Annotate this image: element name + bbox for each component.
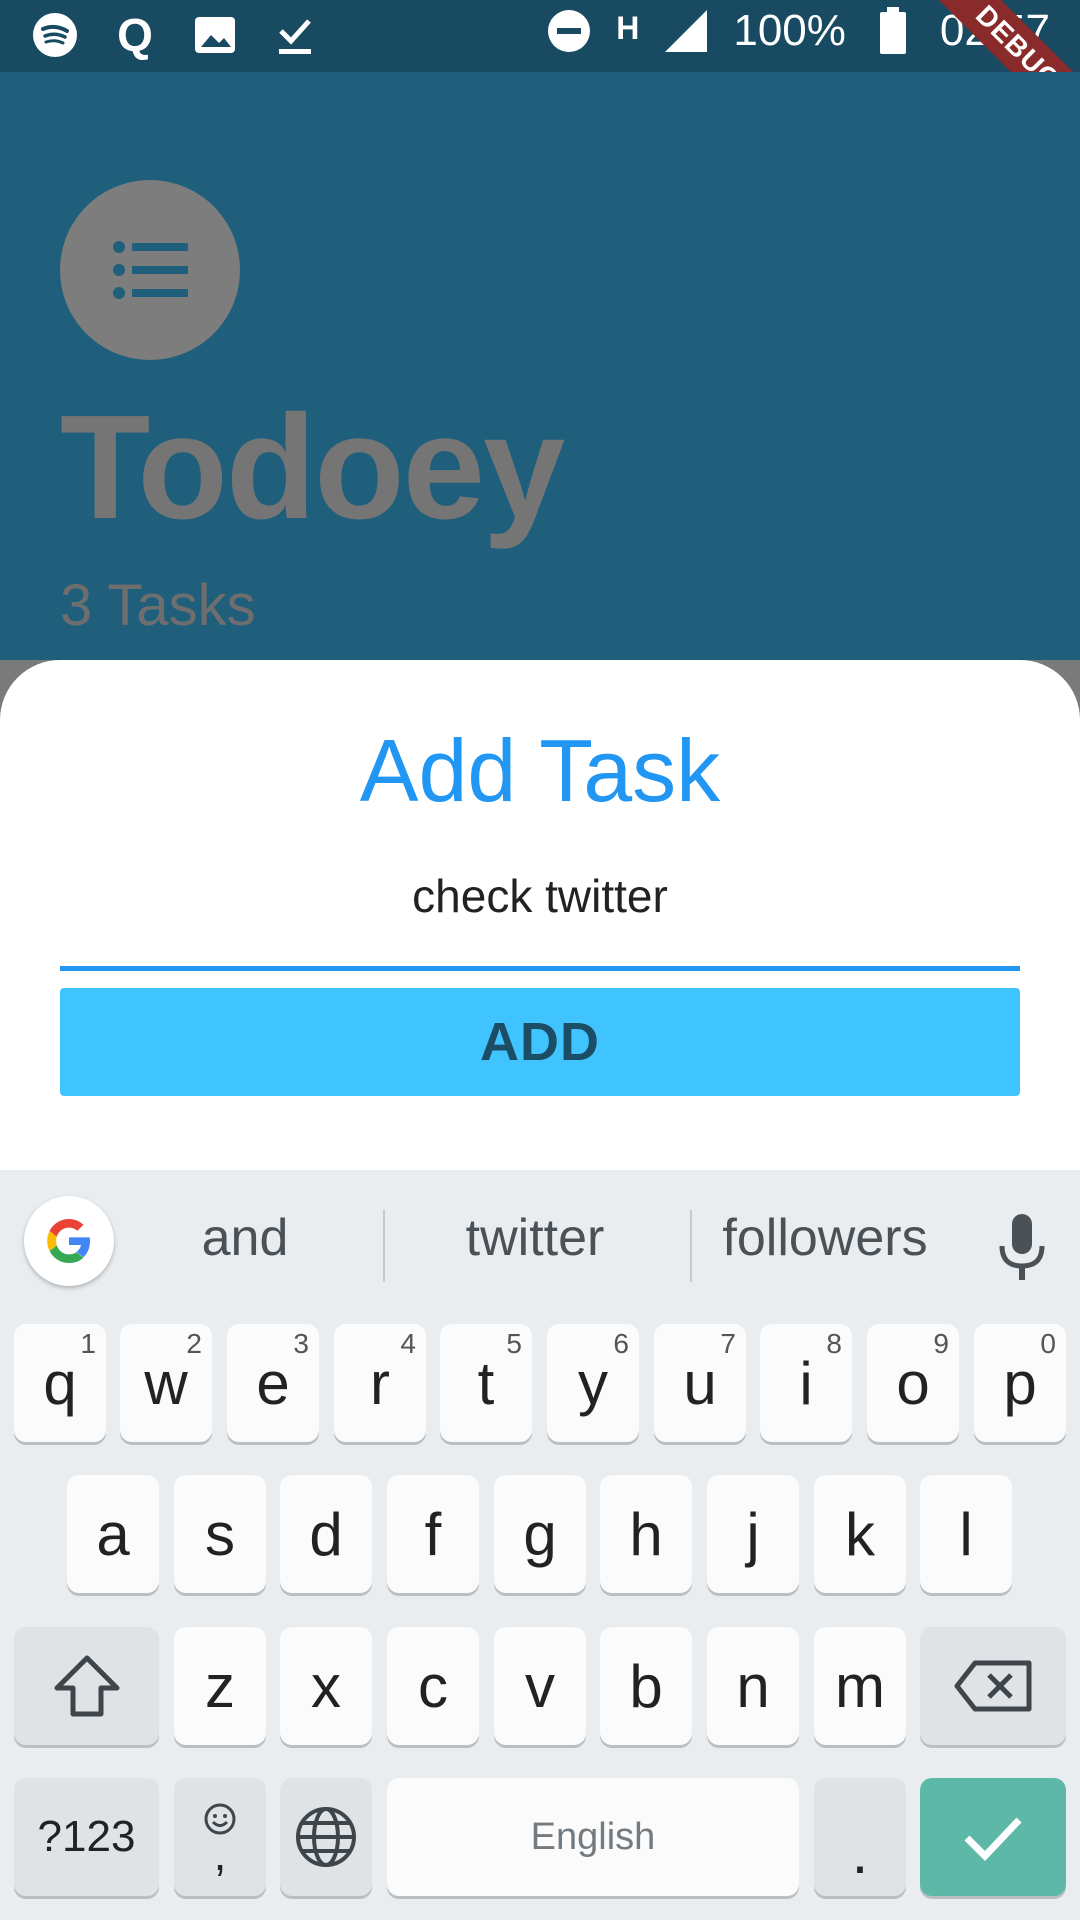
- key-w[interactable]: w2: [120, 1324, 212, 1442]
- microphone-icon[interactable]: [994, 1210, 1050, 1290]
- key-h[interactable]: h: [600, 1475, 692, 1593]
- key-a[interactable]: a: [67, 1475, 159, 1593]
- key-g[interactable]: g: [494, 1475, 586, 1593]
- key-x[interactable]: x: [280, 1627, 372, 1745]
- shift-icon: [54, 1655, 119, 1717]
- backspace-key[interactable]: [920, 1627, 1066, 1745]
- google-icon[interactable]: [24, 1196, 114, 1286]
- add-task-sheet: Add Task ADD: [0, 660, 1080, 1180]
- key-p[interactable]: p0: [974, 1324, 1066, 1442]
- q-icon: Q: [117, 9, 153, 61]
- key-o[interactable]: o9: [867, 1324, 959, 1442]
- key-r[interactable]: r4: [334, 1324, 426, 1442]
- key-d[interactable]: d: [280, 1475, 372, 1593]
- download-done-icon: [270, 10, 320, 60]
- period-key[interactable]: .: [814, 1778, 906, 1896]
- signal-icon: [661, 6, 711, 56]
- key-u[interactable]: u7: [654, 1324, 746, 1442]
- key-z[interactable]: z: [174, 1627, 266, 1745]
- key-k[interactable]: k: [814, 1475, 906, 1593]
- key-f[interactable]: f: [387, 1475, 479, 1593]
- space-key[interactable]: English: [387, 1778, 799, 1896]
- do-not-disturb-icon: [544, 6, 594, 56]
- app-title: Todoey: [60, 385, 565, 550]
- suggestion-bar: and twitter followers: [0, 1170, 1080, 1310]
- task-count: 3 Tasks: [60, 573, 256, 638]
- emoji-comma-key[interactable]: ,: [174, 1778, 266, 1896]
- suggestion-divider: [383, 1210, 385, 1282]
- image-icon: [190, 10, 240, 60]
- suggestion-2[interactable]: twitter: [420, 1208, 650, 1268]
- key-v[interactable]: v: [494, 1627, 586, 1745]
- app-header: Todoey 3 Tasks: [0, 72, 1080, 660]
- key-t[interactable]: t5: [440, 1324, 532, 1442]
- suggestion-1[interactable]: and: [150, 1208, 340, 1268]
- enter-key[interactable]: [920, 1778, 1066, 1896]
- key-y[interactable]: y6: [547, 1324, 639, 1442]
- spotify-icon: [30, 10, 80, 60]
- key-c[interactable]: c: [387, 1627, 479, 1745]
- key-s[interactable]: s: [174, 1475, 266, 1593]
- key-b[interactable]: b: [600, 1627, 692, 1745]
- list-icon: [113, 241, 188, 299]
- globe-icon: [296, 1807, 356, 1867]
- network-type: H: [616, 10, 640, 46]
- language-key[interactable]: [280, 1778, 372, 1896]
- key-q[interactable]: q1: [14, 1324, 106, 1442]
- backspace-icon: [954, 1660, 1032, 1712]
- check-icon: [964, 1817, 1022, 1862]
- key-j[interactable]: j: [707, 1475, 799, 1593]
- status-bar: Q H 100% 02:57: [0, 0, 1080, 72]
- add-button[interactable]: ADD: [60, 988, 1020, 1096]
- symbols-key[interactable]: ?123: [14, 1778, 159, 1896]
- input-underline: [60, 966, 1020, 971]
- key-m[interactable]: m: [814, 1627, 906, 1745]
- shift-key[interactable]: [14, 1627, 159, 1745]
- task-input[interactable]: [60, 860, 1020, 932]
- sheet-title: Add Task: [359, 721, 721, 820]
- soft-keyboard: and twitter followers q1 w2 e3 r4 t5 y6 …: [0, 1170, 1080, 1920]
- key-l[interactable]: l: [920, 1475, 1012, 1593]
- list-icon-avatar: [60, 180, 240, 360]
- key-n[interactable]: n: [707, 1627, 799, 1745]
- suggestion-3[interactable]: followers: [710, 1208, 940, 1268]
- key-i[interactable]: i8: [760, 1324, 852, 1442]
- key-e[interactable]: e3: [227, 1324, 319, 1442]
- battery-icon: [868, 6, 918, 56]
- suggestion-divider: [690, 1210, 692, 1282]
- battery-percent: 100%: [733, 6, 846, 55]
